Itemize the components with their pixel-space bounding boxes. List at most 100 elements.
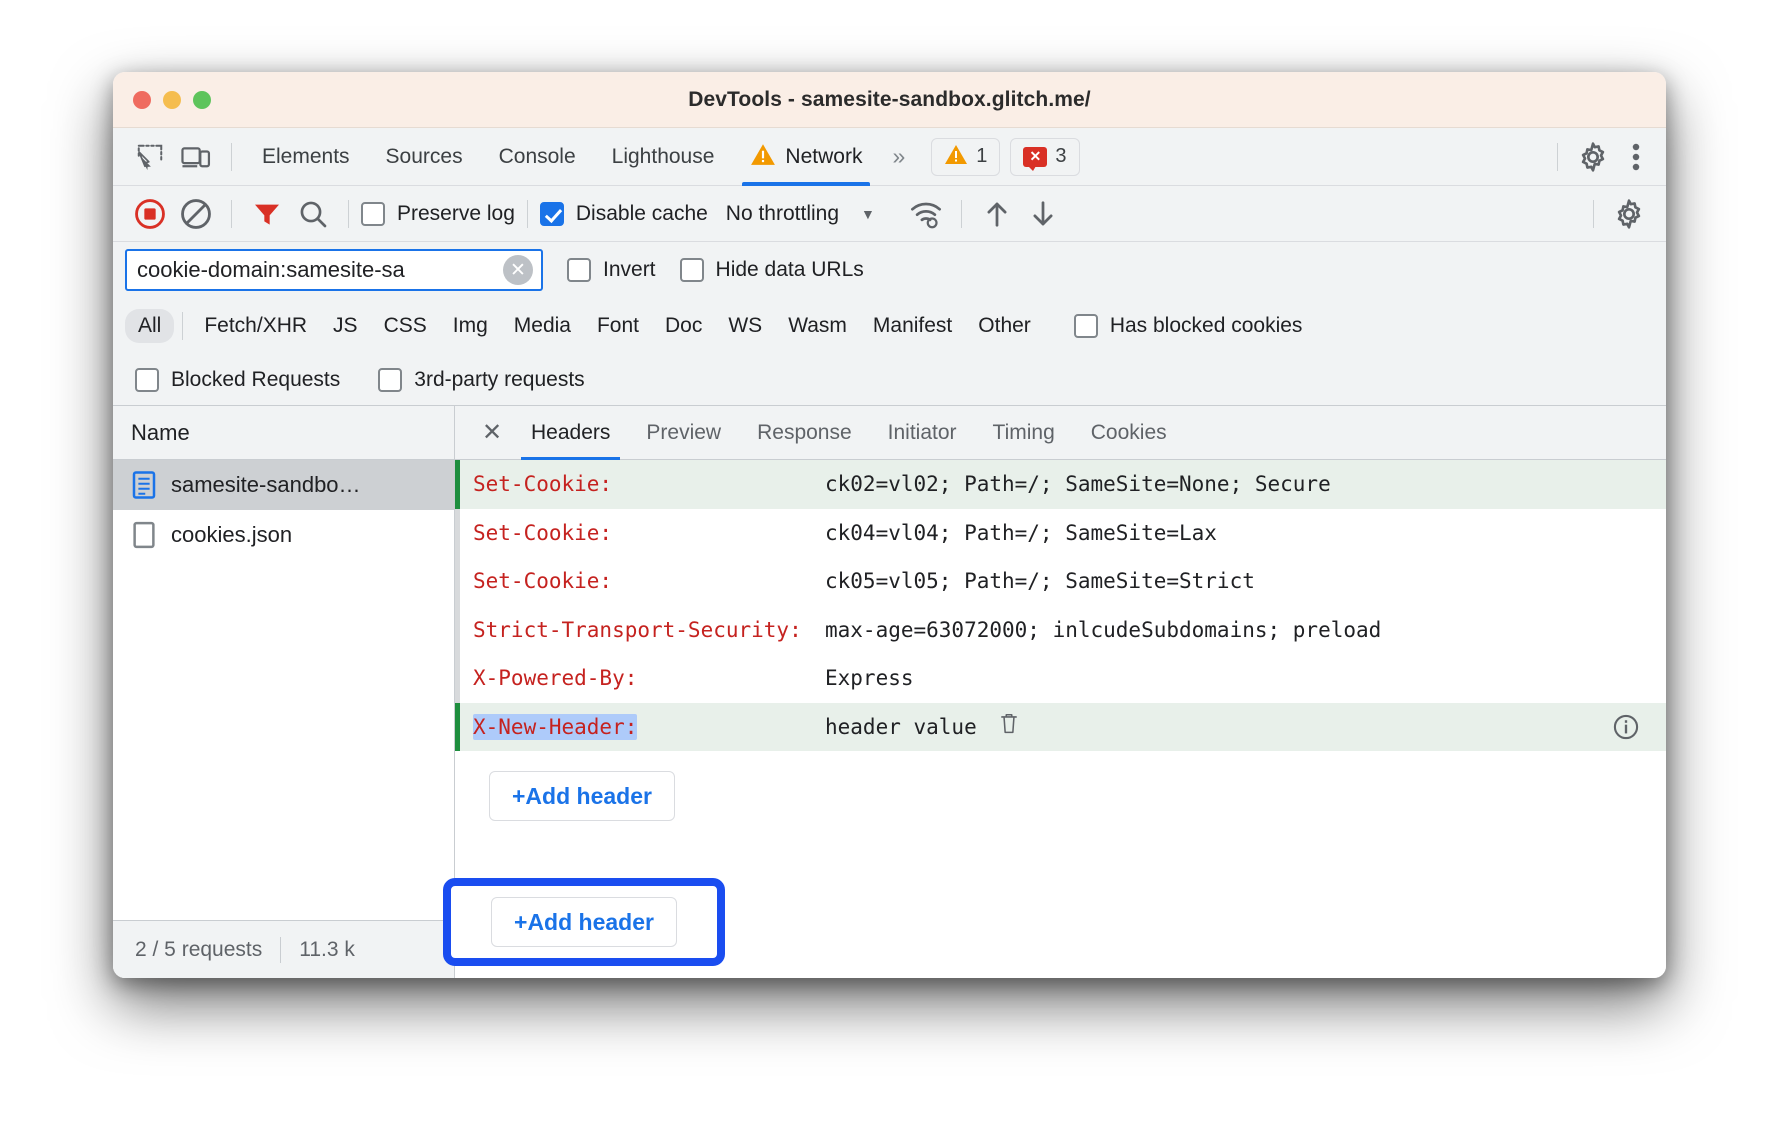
export-har-icon[interactable]: [1020, 194, 1066, 234]
list-item[interactable]: samesite-sandbo…: [113, 460, 454, 510]
hide-data-urls-box[interactable]: [680, 258, 704, 282]
header-name[interactable]: Set-Cookie:: [455, 468, 825, 501]
has-blocked-cookies-box[interactable]: [1074, 314, 1098, 338]
tab-sources[interactable]: Sources: [368, 128, 481, 186]
tab-initiator[interactable]: Initiator: [870, 406, 975, 460]
clear-icon[interactable]: [173, 194, 219, 234]
tab-timing[interactable]: Timing: [975, 406, 1073, 460]
import-har-icon[interactable]: [974, 194, 1020, 234]
add-header-button-highlighted[interactable]: +Add header: [491, 897, 677, 947]
header-name[interactable]: Set-Cookie:: [455, 565, 825, 598]
type-filter-other[interactable]: Other: [965, 309, 1044, 343]
disable-cache-label: Disable cache: [576, 202, 708, 226]
header-name[interactable]: Set-Cookie:: [455, 517, 825, 550]
header-name[interactable]: X-Powered-By:: [455, 662, 825, 695]
disable-cache-checkbox[interactable]: Disable cache: [540, 202, 708, 226]
error-count-badge[interactable]: ✕ 3: [1010, 138, 1079, 176]
header-name[interactable]: Strict-Transport-Security:: [455, 614, 825, 647]
tab-elements[interactable]: Elements: [244, 128, 368, 186]
header-value[interactable]: max-age=63072000; inlcudeSubdomains; pre…: [825, 614, 1666, 647]
request-name-column-header[interactable]: Name: [113, 406, 454, 460]
preserve-log-box[interactable]: [361, 202, 385, 226]
blocked-requests-checkbox[interactable]: Blocked Requests: [135, 368, 340, 392]
tab-overflow-icon[interactable]: »: [880, 143, 915, 170]
tab-console[interactable]: Console: [481, 128, 594, 186]
chevron-down-icon[interactable]: ▼: [861, 206, 875, 222]
header-value[interactable]: header value: [825, 711, 1666, 744]
type-filter-fetch-xhr[interactable]: Fetch/XHR: [191, 309, 320, 343]
header-row[interactable]: Set-Cookie: ck05=vl05; Path=/; SameSite=…: [455, 557, 1666, 606]
type-filter-all[interactable]: All: [125, 309, 174, 343]
tab-lighthouse-label: Lighthouse: [612, 145, 715, 169]
type-filter-css[interactable]: CSS: [371, 309, 440, 343]
filter-input[interactable]: cookie-domain:samesite-sa ✕: [125, 249, 543, 291]
type-filter-wasm[interactable]: Wasm: [775, 309, 860, 343]
preserve-log-checkbox[interactable]: Preserve log: [361, 202, 515, 226]
filter-funnel-icon[interactable]: [244, 194, 290, 234]
blocked-requests-box[interactable]: [135, 368, 159, 392]
header-info-icon[interactable]: [1612, 713, 1640, 741]
device-toolbar-icon[interactable]: [173, 137, 219, 177]
tab-cookies[interactable]: Cookies: [1073, 406, 1185, 460]
network-settings-gear-icon[interactable]: [1606, 194, 1652, 234]
has-blocked-cookies-checkbox[interactable]: Has blocked cookies: [1074, 314, 1303, 338]
disable-cache-box[interactable]: [540, 202, 564, 226]
header-row[interactable]: Set-Cookie: ck02=vl02; Path=/; SameSite=…: [455, 460, 1666, 509]
issue-badges: 1 ✕ 3: [931, 138, 1079, 176]
clear-filter-icon[interactable]: ✕: [503, 255, 533, 285]
header-value[interactable]: ck02=vl02; Path=/; SameSite=None; Secure: [825, 468, 1666, 501]
header-value[interactable]: Express: [825, 662, 1666, 695]
tab-network-label: Network: [785, 145, 862, 169]
tab-lighthouse[interactable]: Lighthouse: [594, 128, 733, 186]
minimize-window-button[interactable]: [163, 91, 181, 109]
kebab-menu-icon[interactable]: [1616, 137, 1656, 177]
record-stop-icon[interactable]: [127, 194, 173, 234]
tab-response[interactable]: Response: [739, 406, 870, 460]
tab-headers[interactable]: Headers: [513, 406, 628, 460]
devtools-tab-bar: Elements Sources Console Lighthouse: [113, 128, 1666, 186]
delete-header-icon[interactable]: [999, 712, 1019, 743]
header-row[interactable]: Set-Cookie: ck04=vl04; Path=/; SameSite=…: [455, 509, 1666, 558]
add-header-button[interactable]: +Add header: [489, 771, 675, 821]
hide-data-urls-checkbox[interactable]: Hide data URLs: [680, 258, 864, 282]
header-row[interactable]: X-Powered-By: Express: [455, 654, 1666, 703]
net-divider-1: [231, 200, 232, 228]
close-detail-icon[interactable]: ✕: [471, 412, 513, 454]
tab-network[interactable]: Network: [732, 128, 880, 186]
blocked-requests-label: Blocked Requests: [171, 368, 340, 392]
request-list-pane: Name samesite-sandbo…: [113, 406, 455, 978]
header-row[interactable]: X-New-Header: header value: [455, 703, 1666, 752]
type-filter-font[interactable]: Font: [584, 309, 652, 343]
gear-icon[interactable]: [1570, 137, 1616, 177]
third-party-requests-box[interactable]: [378, 368, 402, 392]
type-filter-doc[interactable]: Doc: [652, 309, 715, 343]
type-filter-ws[interactable]: WS: [715, 309, 775, 343]
tab-preview[interactable]: Preview: [628, 406, 739, 460]
list-item[interactable]: cookies.json: [113, 510, 454, 560]
header-value[interactable]: ck05=vl05; Path=/; SameSite=Strict: [825, 565, 1666, 598]
warning-count-badge[interactable]: 1: [931, 138, 1000, 176]
type-filter-media[interactable]: Media: [501, 309, 584, 343]
third-party-requests-checkbox[interactable]: 3rd-party requests: [378, 368, 584, 392]
invert-checkbox[interactable]: Invert: [567, 258, 656, 282]
window-controls[interactable]: [133, 91, 211, 109]
network-toolbar: Preserve log Disable cache No throttling…: [113, 186, 1666, 242]
list-item-label: samesite-sandbo…: [171, 472, 361, 498]
network-conditions-icon[interactable]: [903, 194, 949, 234]
annotation-highlight-box: +Add header: [443, 878, 725, 966]
header-value[interactable]: ck04=vl04; Path=/; SameSite=Lax: [825, 517, 1666, 550]
search-icon[interactable]: [290, 194, 336, 234]
header-value-text: header value: [825, 715, 977, 739]
maximize-window-button[interactable]: [193, 91, 211, 109]
inspect-element-icon[interactable]: [127, 137, 173, 177]
header-name[interactable]: X-New-Header:: [455, 711, 825, 744]
type-filter-manifest[interactable]: Manifest: [860, 309, 965, 343]
invert-box[interactable]: [567, 258, 591, 282]
title-bar: DevTools - samesite-sandbox.glitch.me/: [113, 72, 1666, 128]
close-window-button[interactable]: [133, 91, 151, 109]
type-filter-js[interactable]: JS: [320, 309, 371, 343]
status-divider: [280, 937, 281, 963]
type-filter-img[interactable]: Img: [440, 309, 501, 343]
throttling-select[interactable]: No throttling: [726, 202, 839, 226]
header-row[interactable]: Strict-Transport-Security: max-age=63072…: [455, 606, 1666, 655]
